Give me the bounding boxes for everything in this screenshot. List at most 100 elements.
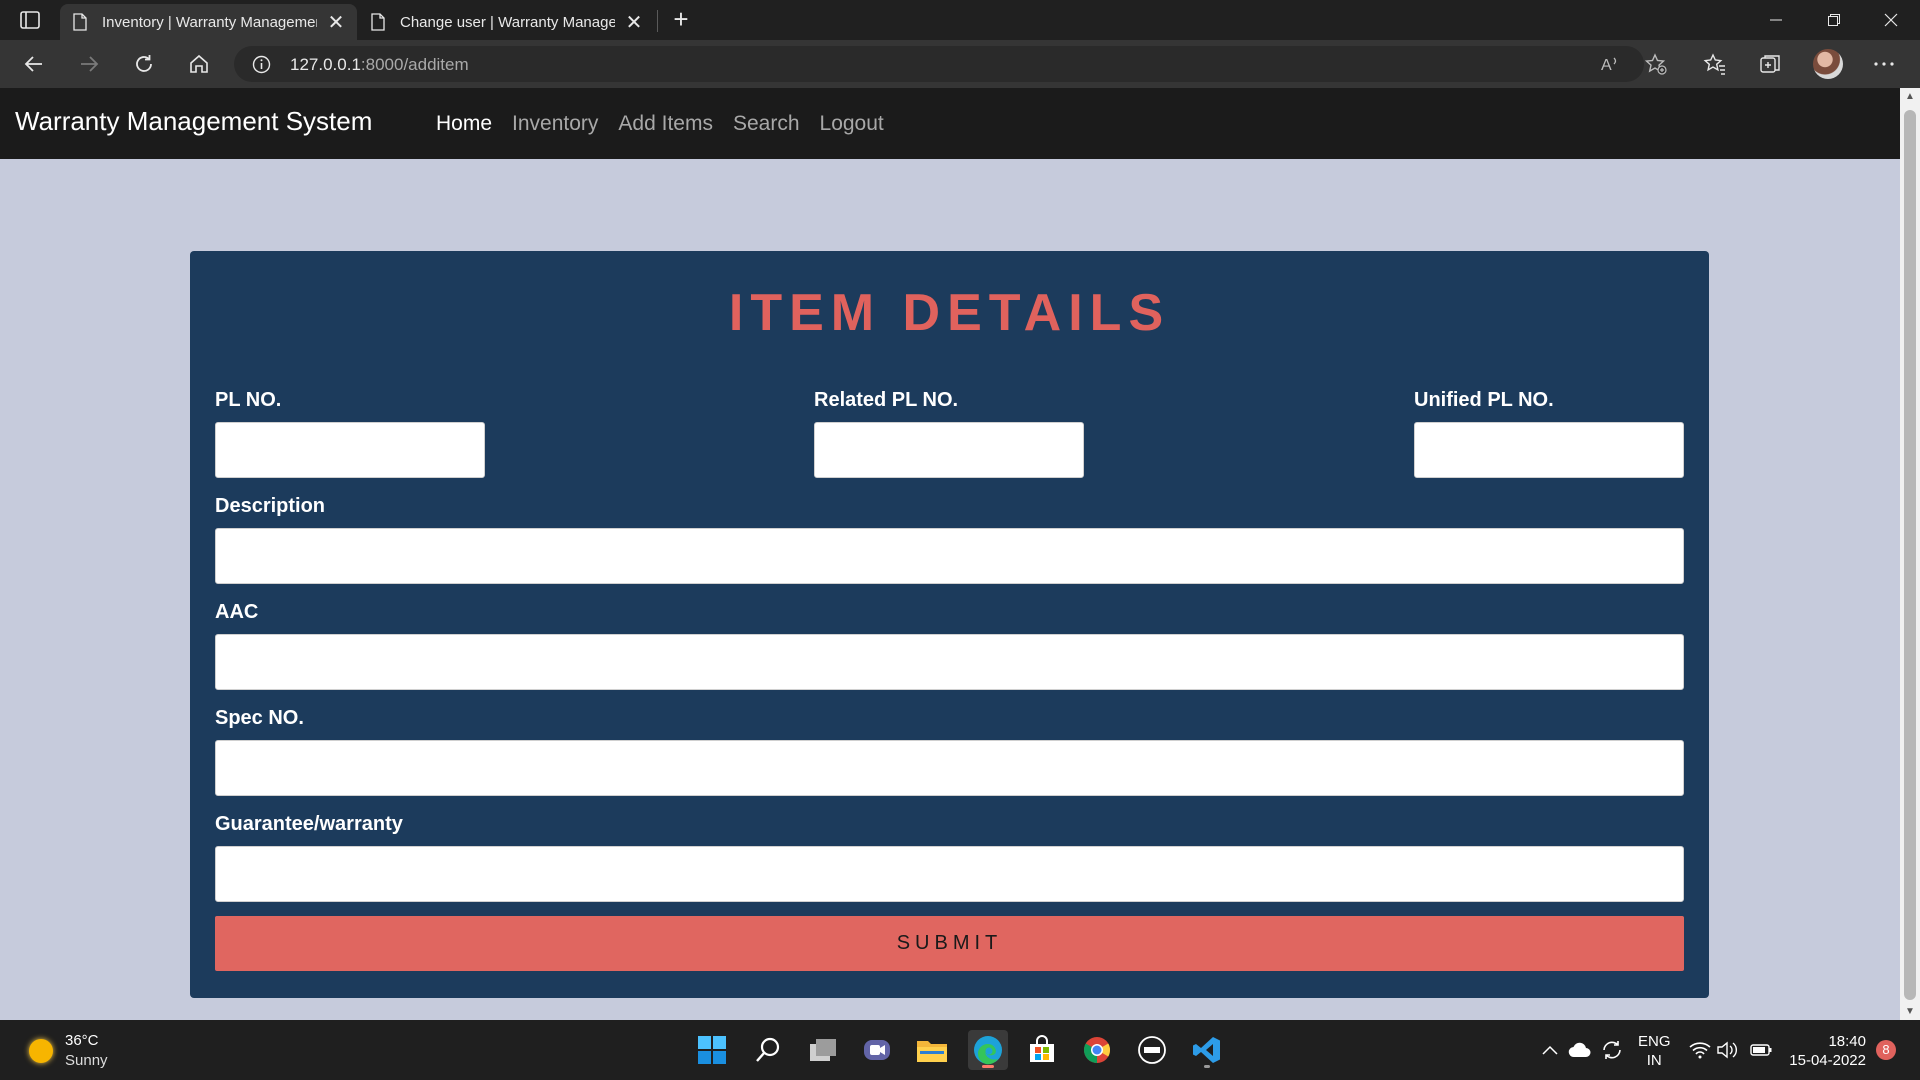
url-host: 127.0.0.1 xyxy=(290,55,361,74)
sun-icon xyxy=(29,1039,53,1063)
browser-toolbar: 127.0.0.1:8000/additem A xyxy=(0,40,1920,88)
submit-button[interactable]: SUBMIT xyxy=(215,916,1684,971)
settings-menu-button[interactable] xyxy=(1870,50,1898,78)
spec-no-input[interactable] xyxy=(215,740,1684,796)
restore-button[interactable] xyxy=(1805,0,1863,40)
arrow-right-icon xyxy=(81,56,99,72)
restore-icon xyxy=(1828,14,1840,26)
minimize-button[interactable] xyxy=(1747,0,1805,40)
scroll-down-icon[interactable]: ▼ xyxy=(1900,1006,1920,1017)
guarantee-warranty-label: Guarantee/warranty xyxy=(215,813,403,835)
chrome-button[interactable] xyxy=(1077,1030,1117,1070)
home-button[interactable] xyxy=(183,48,215,80)
vscode-icon xyxy=(1193,1037,1220,1063)
refresh-icon xyxy=(136,55,152,72)
aac-input[interactable] xyxy=(215,634,1684,690)
url-path: :8000/additem xyxy=(360,55,469,74)
page-scrollbar[interactable]: ▲ ▼ xyxy=(1900,88,1920,1020)
clock-date: 15-04-2022 xyxy=(1789,1052,1866,1069)
refresh-button[interactable] xyxy=(128,48,160,80)
page-viewport: Warranty Management System Home Inventor… xyxy=(0,88,1900,1020)
favorites-icon xyxy=(1703,53,1725,75)
read-aloud-icon[interactable]: A xyxy=(1598,52,1622,76)
chrome-icon xyxy=(1083,1037,1111,1064)
show-hidden-icons-button[interactable] xyxy=(1538,1038,1562,1062)
dell-logo-icon xyxy=(1138,1036,1166,1064)
address-bar[interactable]: 127.0.0.1:8000/additem A xyxy=(234,46,1667,82)
forward-button[interactable] xyxy=(73,48,105,80)
dell-app-button[interactable] xyxy=(1132,1030,1172,1070)
minimize-icon xyxy=(1770,19,1782,21)
microsoft-store-button[interactable] xyxy=(1022,1030,1062,1070)
language-code: ENG xyxy=(1638,1033,1671,1050)
spec-no-label: Spec NO. xyxy=(215,707,304,729)
browser-tab-inventory[interactable]: Inventory | Warranty Management ✕ xyxy=(60,4,357,40)
close-window-button[interactable] xyxy=(1862,0,1920,40)
collections-button[interactable] xyxy=(1756,50,1784,78)
running-app-indicator xyxy=(1204,1065,1210,1068)
nav-home[interactable]: Home xyxy=(436,112,492,136)
nav-inventory[interactable]: Inventory xyxy=(512,112,598,136)
tab-title: Inventory | Warranty Management xyxy=(102,13,318,31)
chat-icon xyxy=(864,1040,890,1060)
volume-button[interactable] xyxy=(1716,1038,1740,1062)
arrow-left-icon xyxy=(24,56,42,72)
browser-tab-change-user[interactable]: Change user | Warranty Management ✕ xyxy=(358,4,655,40)
chevron-up-icon xyxy=(1542,1045,1558,1055)
guarantee-warranty-input[interactable] xyxy=(215,846,1684,902)
url-text: 127.0.0.1:8000/additem xyxy=(290,55,469,75)
add-favorite-icon[interactable] xyxy=(1644,52,1668,76)
unified-pl-no-input[interactable] xyxy=(1414,422,1684,478)
site-brand[interactable]: Warranty Management System xyxy=(15,106,372,137)
profile-avatar[interactable] xyxy=(1813,49,1843,79)
store-icon xyxy=(1030,1035,1054,1062)
edge-browser-button[interactable] xyxy=(968,1030,1008,1070)
nav-search[interactable]: Search xyxy=(733,112,800,136)
start-button[interactable] xyxy=(692,1030,732,1070)
wifi-button[interactable] xyxy=(1688,1038,1712,1062)
clock-time: 18:40 xyxy=(1828,1033,1866,1050)
taskbar-search-button[interactable] xyxy=(748,1030,788,1070)
new-tab-button[interactable]: + xyxy=(668,6,694,34)
close-tab-icon[interactable]: ✕ xyxy=(625,10,643,35)
notification-badge[interactable]: 8 xyxy=(1876,1040,1896,1060)
input-language-indicator[interactable]: ENG IN xyxy=(1638,1032,1671,1070)
favorites-button[interactable] xyxy=(1701,50,1729,78)
windows-logo-icon xyxy=(698,1036,726,1064)
wifi-icon xyxy=(1689,1042,1711,1059)
cloud-icon xyxy=(1568,1042,1591,1058)
nav-logout[interactable]: Logout xyxy=(820,112,884,136)
folder-icon xyxy=(917,1041,947,1062)
back-button[interactable] xyxy=(18,48,50,80)
battery-button[interactable] xyxy=(1749,1038,1773,1062)
scrollbar-thumb[interactable] xyxy=(1904,110,1916,1000)
svg-text:A: A xyxy=(1601,57,1612,74)
nav-add-items[interactable]: Add Items xyxy=(618,112,713,136)
close-tab-icon[interactable]: ✕ xyxy=(327,10,345,35)
description-label: Description xyxy=(215,495,326,517)
item-details-form: ITEM DETAILS PL NO. Related PL NO. Unifi… xyxy=(190,251,1709,998)
weather-temperature: 36°C xyxy=(65,1032,99,1049)
unified-pl-no-label: Unified PL NO. xyxy=(1414,389,1554,411)
home-icon xyxy=(190,54,208,73)
sync-button[interactable] xyxy=(1600,1038,1624,1062)
weather-condition: Sunny xyxy=(65,1052,108,1069)
info-icon[interactable] xyxy=(252,55,271,74)
system-clock[interactable]: 18:40 15-04-2022 xyxy=(1786,1032,1866,1070)
aac-label: AAC xyxy=(215,601,259,623)
tab-actions-icon[interactable] xyxy=(18,8,42,32)
related-pl-no-input[interactable] xyxy=(814,422,1084,478)
task-view-button[interactable] xyxy=(803,1030,843,1070)
scroll-up-icon[interactable]: ▲ xyxy=(1900,91,1920,102)
related-pl-no-label: Related PL NO. xyxy=(814,389,959,411)
speaker-icon xyxy=(1717,1041,1737,1059)
pl-no-input[interactable] xyxy=(215,422,485,478)
pl-no-label: PL NO. xyxy=(215,389,282,411)
teams-chat-button[interactable] xyxy=(857,1030,897,1070)
page-icon xyxy=(73,13,87,31)
file-explorer-button[interactable] xyxy=(912,1030,952,1070)
nav-links: Home Inventory Add Items Search Logout xyxy=(436,112,904,136)
onedrive-button[interactable] xyxy=(1568,1038,1592,1062)
vscode-button[interactable] xyxy=(1187,1030,1227,1070)
description-input[interactable] xyxy=(215,528,1684,584)
